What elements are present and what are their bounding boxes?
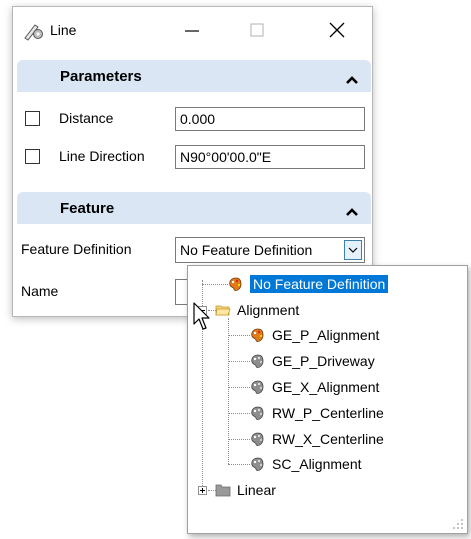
feature-palette-gray-icon xyxy=(251,432,264,446)
feature-title: Feature xyxy=(60,200,115,217)
tree-item-no-feature-definition[interactable]: No Feature Definition xyxy=(228,273,389,295)
name-label: Name xyxy=(21,283,59,299)
folder-closed-icon xyxy=(215,484,231,497)
distance-label: Distance xyxy=(59,110,114,126)
tree-item-label: GE_P_Driveway xyxy=(272,353,375,369)
expand-toggle[interactable] xyxy=(198,486,207,495)
tree-item-label: RW_X_Centerline xyxy=(272,431,384,447)
distance-field[interactable]: 0.000 xyxy=(175,107,365,131)
tree-line xyxy=(228,318,229,464)
tree-item-alignment[interactable]: Alignment xyxy=(215,299,299,321)
distance-checkbox[interactable] xyxy=(25,111,40,126)
tree-item-label: RW_P_Centerline xyxy=(272,405,384,421)
resize-grip-icon[interactable] xyxy=(452,518,464,530)
line-direction-checkbox[interactable] xyxy=(25,149,40,164)
tree-line xyxy=(202,284,228,285)
tree-item-label: Linear xyxy=(237,482,276,498)
folder-open-icon xyxy=(215,305,231,316)
parameters-header[interactable]: Parameters xyxy=(17,60,371,92)
tree-item-linear[interactable]: Linear xyxy=(215,479,276,501)
tree-item-label: SC_Alignment xyxy=(272,456,362,472)
tree-line xyxy=(228,439,250,440)
tree-item-ge-x-alignment[interactable]: GE_X_Alignment xyxy=(250,376,379,398)
feature-palette-gray-icon xyxy=(251,354,264,368)
line-tool-icon xyxy=(23,21,45,41)
close-button[interactable] xyxy=(317,17,357,43)
feature-palette-gray-icon xyxy=(251,380,264,394)
tree-line xyxy=(228,361,250,362)
dropdown-button[interactable] xyxy=(344,240,362,260)
feature-definition-select[interactable]: No Feature Definition xyxy=(175,237,365,263)
line-direction-label: Line Direction xyxy=(59,148,145,164)
chevron-up-icon[interactable] xyxy=(345,204,359,216)
feature-palette-orange-icon xyxy=(251,328,264,342)
tree-item-label: GE_P_Alignment xyxy=(272,327,380,343)
window-title: Line xyxy=(50,22,77,38)
minimize-icon xyxy=(185,30,199,32)
tree-item-label: No Feature Definition xyxy=(250,275,389,293)
feature-palette-orange-icon xyxy=(229,277,242,291)
tree-line xyxy=(228,413,250,414)
tree-item-label: Alignment xyxy=(237,302,300,318)
tree-item-ge-p-driveway[interactable]: GE_P_Driveway xyxy=(250,350,375,372)
maximize-icon xyxy=(250,23,264,37)
title-bar[interactable]: Line xyxy=(13,7,372,53)
feature-header[interactable]: Feature xyxy=(17,192,371,224)
chevron-up-icon[interactable] xyxy=(345,72,359,84)
tree-item-label: GE_X_Alignment xyxy=(272,379,380,395)
chevron-down-icon xyxy=(348,247,358,253)
parameters-title: Parameters xyxy=(60,68,142,85)
tree-item-sc-alignment[interactable]: SC_Alignment xyxy=(250,453,362,475)
tree-line xyxy=(228,335,250,336)
tree-line xyxy=(228,464,250,465)
feature-palette-gray-icon xyxy=(251,457,264,471)
feature-definition-dropdown: No Feature Definition Alignment GE_P_Ali… xyxy=(187,265,468,534)
line-direction-field[interactable]: N90°00'00.0"E xyxy=(175,145,365,169)
tree-line xyxy=(228,387,250,388)
feature-palette-gray-icon xyxy=(251,406,264,420)
mouse-cursor-icon xyxy=(193,302,210,330)
tree-item-ge-p-alignment[interactable]: GE_P_Alignment xyxy=(250,324,379,346)
minimize-button[interactable] xyxy=(172,17,212,43)
close-icon xyxy=(329,22,345,38)
feature-definition-value: No Feature Definition xyxy=(180,242,313,258)
tree-item-rw-p-centerline[interactable]: RW_P_Centerline xyxy=(250,402,384,424)
maximize-button[interactable] xyxy=(237,17,277,43)
tree-item-rw-x-centerline[interactable]: RW_X_Centerline xyxy=(250,428,384,450)
feature-definition-label: Feature Definition xyxy=(21,241,132,257)
